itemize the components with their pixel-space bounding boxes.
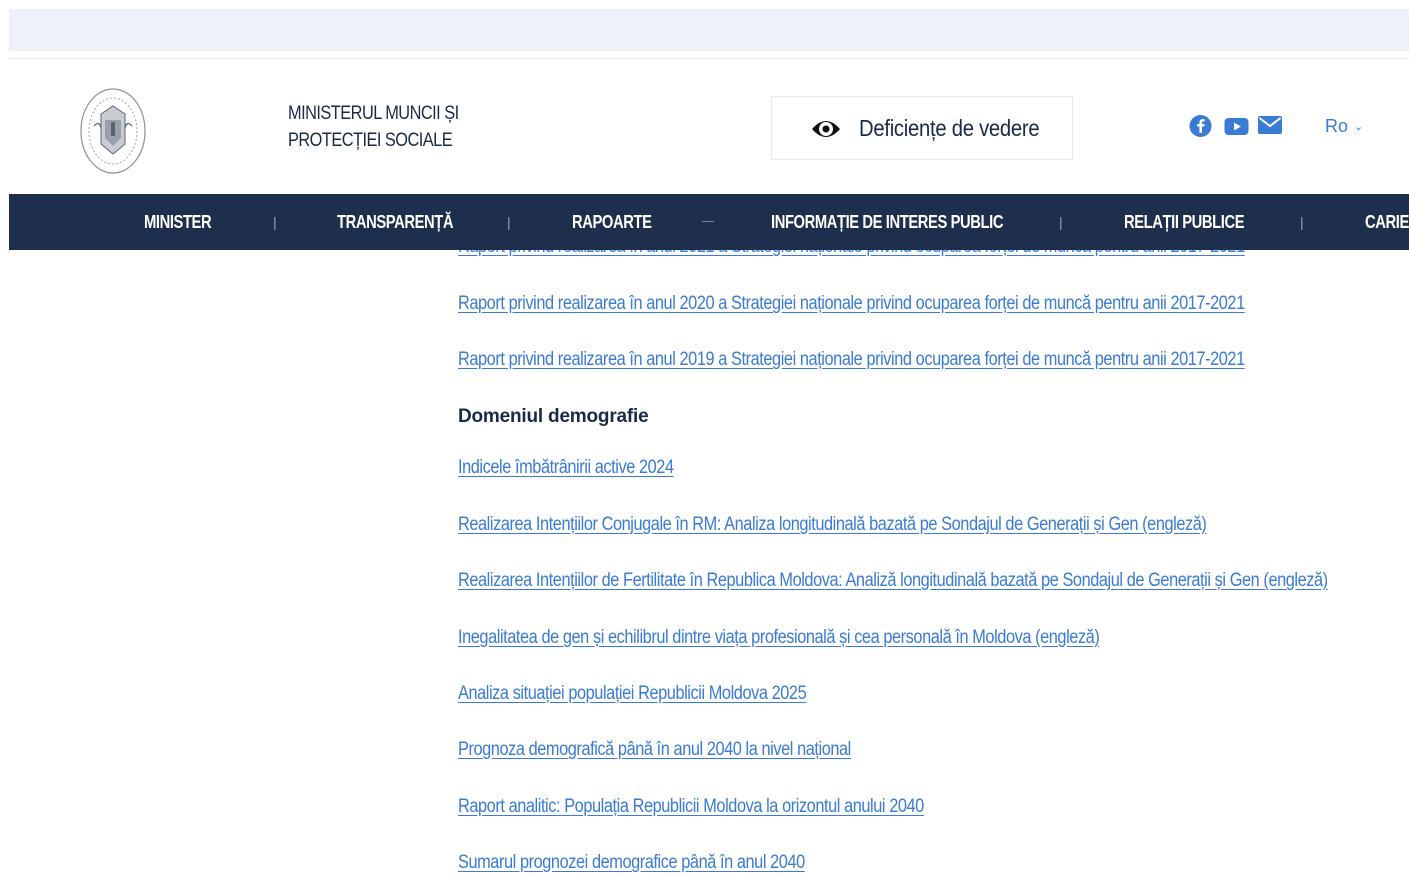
demografie-link[interactable]: Inegalitatea de gen și echilibrul dintre…: [458, 627, 1100, 649]
report-link-partial[interactable]: Raport privind realizarea în anul 2021 a…: [458, 250, 1245, 258]
demografie-link[interactable]: Realizarea Intențiilor Conjugale în RM: …: [458, 514, 1207, 536]
nav-separator: |: [1300, 214, 1304, 230]
reports-content: Raport privind realizarea în anul 2021 a…: [0, 250, 1409, 875]
demografie-link[interactable]: Realizarea Intențiilor de Fertilitate în…: [458, 570, 1328, 592]
nav-separator: |: [507, 214, 511, 230]
section-title-demografie: Domeniul demografie: [458, 406, 649, 427]
demografie-link[interactable]: Raport analitic: Populația Republicii Mo…: [458, 796, 924, 818]
ministry-name-line2: PROTECȚIEI SOCIALE: [288, 130, 453, 151]
nav-item-minister[interactable]: MINISTER: [144, 194, 212, 250]
visual-impairment-label: Deficiențe de vedere: [859, 115, 1040, 141]
nav-item-transparenta[interactable]: TRANSPARENȚĂ: [337, 194, 454, 250]
language-selector[interactable]: Ro ⌄: [1325, 116, 1363, 137]
youtube-icon[interactable]: [1224, 114, 1249, 138]
facebook-icon[interactable]: [1189, 114, 1212, 138]
nav-item-informatie[interactable]: INFORMAȚIE DE INTERES PUBLIC: [771, 194, 1003, 250]
demografie-link[interactable]: Analiza situației populației Republicii …: [458, 683, 807, 705]
report-link-2019[interactable]: Raport privind realizarea în anul 2019 a…: [458, 349, 1245, 371]
eye-icon: [812, 121, 840, 137]
mail-icon[interactable]: [1257, 114, 1283, 138]
demografie-link[interactable]: Indicele îmbătrânirii active 2024: [458, 457, 674, 479]
nav-item-cariera[interactable]: CARIERĂ: [1365, 194, 1409, 250]
ministry-name[interactable]: MINISTERUL MUNCII ȘI PROTECȚIEI SOCIALE: [288, 100, 459, 154]
chevron-down-icon: ⌄: [1354, 121, 1364, 133]
ministry-name-line1: MINISTERUL MUNCII ȘI: [288, 103, 459, 124]
top-divider: [9, 58, 1409, 59]
report-link-2020[interactable]: Raport privind realizarea în anul 2020 a…: [458, 293, 1245, 315]
demografie-link[interactable]: Prognoza demografică până în anul 2040 l…: [458, 739, 851, 761]
nav-active-indicator: [702, 221, 714, 222]
nav-separator: |: [1059, 214, 1063, 230]
nav-item-rapoarte[interactable]: RAPOARTE: [572, 194, 652, 250]
top-strip: [9, 9, 1409, 51]
language-label: Ro: [1325, 116, 1349, 136]
demografie-link[interactable]: Sumarul prognozei demografice până în an…: [458, 852, 805, 874]
nav-separator: |: [273, 214, 277, 230]
nav-item-relatii-publice[interactable]: RELAȚII PUBLICE: [1124, 194, 1245, 250]
main-nav: MINISTER | TRANSPARENȚĂ | RAPOARTE INFOR…: [9, 194, 1409, 250]
visual-impairment-button[interactable]: Deficiențe de vedere: [771, 96, 1073, 160]
coat-of-arms-logo[interactable]: [79, 86, 147, 176]
